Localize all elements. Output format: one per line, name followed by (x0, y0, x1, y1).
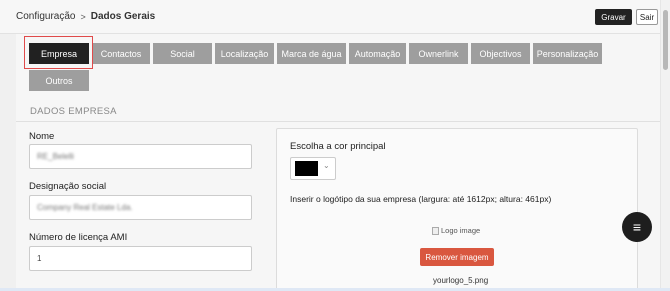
name-field[interactable]: RE_Belelli (29, 144, 252, 169)
color-label: Escolha a cor principal (290, 141, 386, 152)
social-label: Designação social (29, 181, 107, 192)
chevron-right-icon: > (80, 11, 86, 22)
logo-filename: yourlogo_5.png (433, 276, 489, 285)
tab-ownerlink[interactable]: Ownerlink (409, 43, 468, 64)
tab-objectivos[interactable]: Objectivos (471, 43, 530, 64)
name-value: RE_Belelli (37, 152, 74, 161)
logo-hint: Inserir o logótipo da sua empresa (largu… (290, 194, 552, 204)
tab-contactos[interactable]: Contactos (92, 43, 150, 64)
remove-image-button[interactable]: Remover imagem (420, 248, 494, 266)
color-swatch (295, 161, 318, 176)
tab-personalizacao[interactable]: Personalização (533, 43, 602, 64)
save-button[interactable]: Gravar (595, 9, 632, 25)
branding-box (276, 128, 638, 291)
active-tab-highlight (24, 36, 93, 69)
scrollbar[interactable] (660, 0, 670, 291)
exit-button[interactable]: Sair (636, 9, 658, 25)
tab-automacao[interactable]: Automação (349, 43, 406, 64)
name-label: Nome (29, 131, 55, 142)
tab-localizacao[interactable]: Localização (215, 43, 274, 64)
ami-label: Número de licença AMI (29, 232, 128, 243)
chevron-down-icon: ⌄ (323, 161, 330, 170)
tab-social[interactable]: Social (153, 43, 212, 64)
logo-alt-text: Logo image (441, 226, 481, 235)
broken-image-icon (432, 226, 439, 235)
menu-icon[interactable]: ≡ (622, 212, 652, 242)
tab-marca-de-agua[interactable]: Marca de água (277, 43, 346, 64)
logo-image: Logo image (432, 226, 480, 235)
section-title: DADOS EMPRESA (30, 106, 117, 117)
social-value: Company Real Estate Lda. (37, 203, 133, 212)
divider (16, 121, 660, 122)
top-bar: Configuração > Dados Gerais Gravar Sair (0, 0, 660, 34)
breadcrumb-current: Dados Gerais (90, 11, 156, 22)
social-field[interactable]: Company Real Estate Lda. (29, 195, 252, 220)
scrollbar-thumb[interactable] (663, 10, 668, 70)
breadcrumb-parent[interactable]: Configuração (16, 11, 75, 22)
tab-outros[interactable]: Outros (29, 70, 89, 91)
color-picker[interactable]: ⌄ (290, 157, 336, 180)
ami-value: 1 (37, 254, 42, 263)
breadcrumb: Configuração > Dados Gerais (16, 11, 155, 22)
ami-field[interactable]: 1 (29, 246, 252, 271)
